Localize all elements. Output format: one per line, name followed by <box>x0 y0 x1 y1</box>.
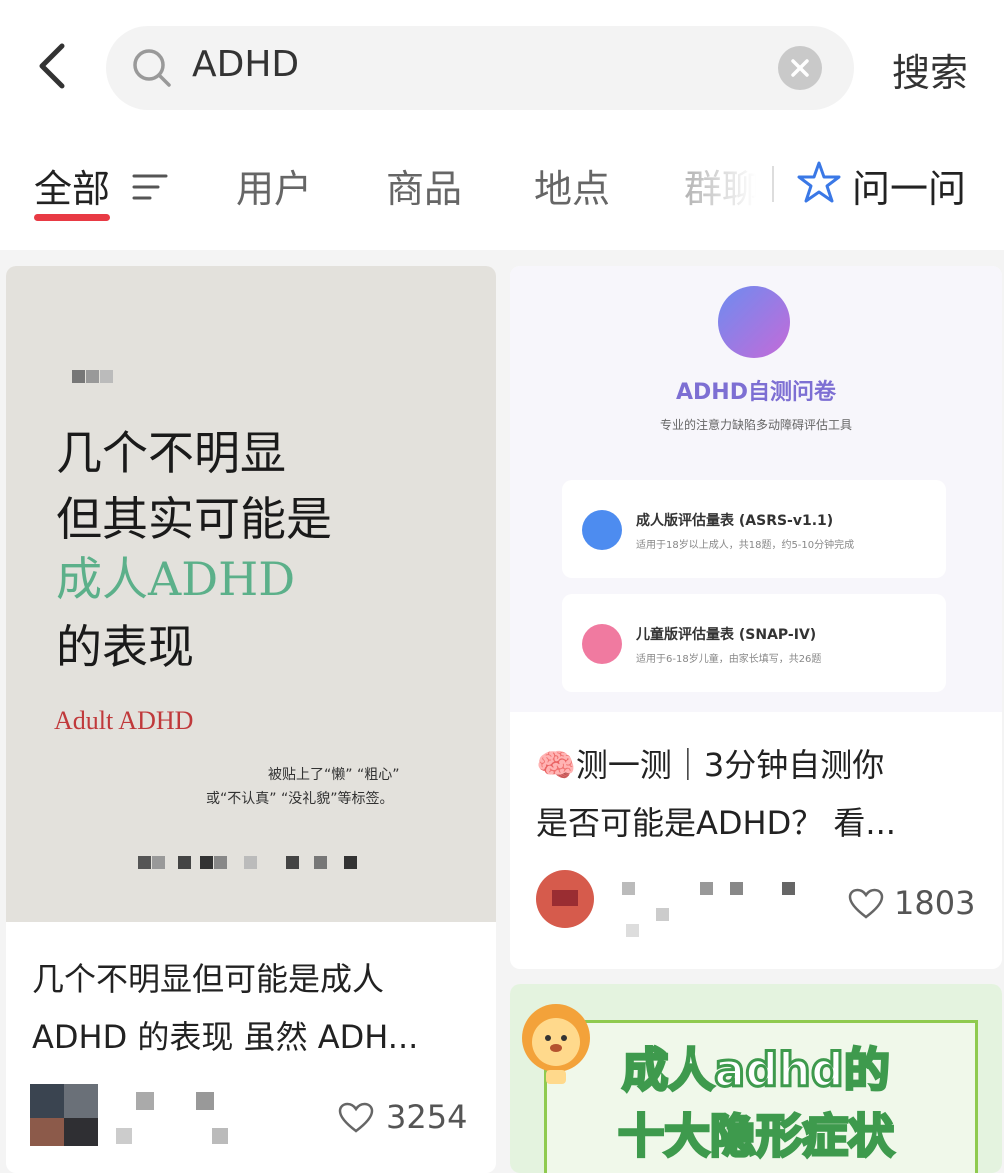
post-cover: ADHD自测问卷 专业的注意力缺陷多动障碍评估工具 成人版评估量表 (ASRS-… <box>510 266 1002 712</box>
adult-icon <box>582 510 622 550</box>
post-card[interactable]: ADHD自测问卷 专业的注意力缺陷多动障碍评估工具 成人版评估量表 (ASRS-… <box>510 266 1002 969</box>
post-title-line: ADHD 的表现 虽然 ADH... <box>32 1018 419 1056</box>
post-card[interactable]: 成人adhd的 十大隐形症状 <box>510 984 1002 1173</box>
cover-note: 或“不认真” “没礼貌”等标签。 <box>206 791 394 807</box>
like-count: 3254 <box>386 1098 468 1136</box>
child-icon <box>582 624 622 664</box>
filter-icon[interactable] <box>132 172 168 202</box>
cover-line: 几个不明显 <box>56 426 286 480</box>
search-icon <box>133 49 171 87</box>
cover-line: 但其实可能是 <box>56 492 332 546</box>
cover-line: 的表现 <box>56 620 194 674</box>
post-title: 🧠测一测｜3分钟自测你 是否可能是ADHD？ 看... <box>536 736 986 852</box>
post-title-line: 几个不明显但可能是成人 <box>32 960 385 998</box>
cover-subtitle: Adult ADHD <box>54 706 194 735</box>
search-button[interactable]: 搜索 <box>892 42 968 97</box>
heart-icon[interactable] <box>848 888 884 920</box>
post-title-line: 🧠测一测｜3分钟自测你 <box>536 746 885 784</box>
clear-button[interactable] <box>778 46 822 90</box>
ask-star-icon[interactable] <box>796 160 842 206</box>
divider <box>772 166 774 202</box>
tab-users[interactable]: 用户 <box>236 158 312 213</box>
option-desc: 适用于18岁以上成人，共18题，约5-10分钟完成 <box>636 540 855 551</box>
questionnaire-subtitle: 专业的注意力缺陷多动障碍评估工具 <box>659 418 852 432</box>
cover-note: 被贴上了“懒” “粗心” <box>268 767 400 783</box>
close-icon <box>791 59 809 77</box>
option-title: 成人版评估量表 (ASRS-v1.1) <box>636 513 834 529</box>
search-input[interactable]: ADHD <box>192 44 299 85</box>
questionnaire-title: ADHD自测问卷 <box>676 380 836 405</box>
back-arrow-icon[interactable] <box>30 36 80 96</box>
like-count: 1803 <box>894 884 976 922</box>
brain-icon <box>718 286 790 358</box>
option-desc: 适用于6-18岁儿童，由家长填写，共26题 <box>636 654 822 665</box>
post-cover: 成人adhd的 十大隐形症状 <box>510 984 1002 1173</box>
post-title: 几个不明显但可能是成人 ADHD 的表现 虽然 ADH... <box>32 950 482 1066</box>
option-card-adult: 成人版评估量表 (ASRS-v1.1) 适用于18岁以上成人，共18题，约5-1… <box>562 480 946 578</box>
cover-line: 成人ADHD <box>56 552 296 606</box>
option-card-child: 儿童版评估量表 (SNAP-IV) 适用于6-18岁儿童，由家长填写，共26题 <box>562 594 946 692</box>
option-title: 儿童版评估量表 (SNAP-IV) <box>636 627 817 643</box>
tab-all[interactable]: 全部 <box>34 158 110 213</box>
heart-icon[interactable] <box>338 1102 374 1134</box>
tab-places[interactable]: 地点 <box>534 158 610 213</box>
tab-fade <box>660 150 780 220</box>
post-title-line: 是否可能是ADHD？ 看... <box>536 804 896 842</box>
search-box[interactable]: ADHD <box>106 26 854 110</box>
top-bar: ADHD 搜索 全部 用户 商品 地点 群聊 问一问 <box>0 0 1004 250</box>
post-card[interactable]: 几个不明显 但其实可能是 成人ADHD 的表现 Adult ADHD 被贴上了“… <box>6 266 496 1173</box>
active-tab-underline <box>34 214 110 221</box>
tab-products[interactable]: 商品 <box>386 158 462 213</box>
ask-button[interactable]: 问一问 <box>852 158 966 213</box>
cover-line: 成人adhd的 <box>621 1042 892 1099</box>
cover-line: 十大隐形症状 <box>617 1108 896 1165</box>
post-cover: 几个不明显 但其实可能是 成人ADHD 的表现 Adult ADHD 被贴上了“… <box>6 266 496 922</box>
